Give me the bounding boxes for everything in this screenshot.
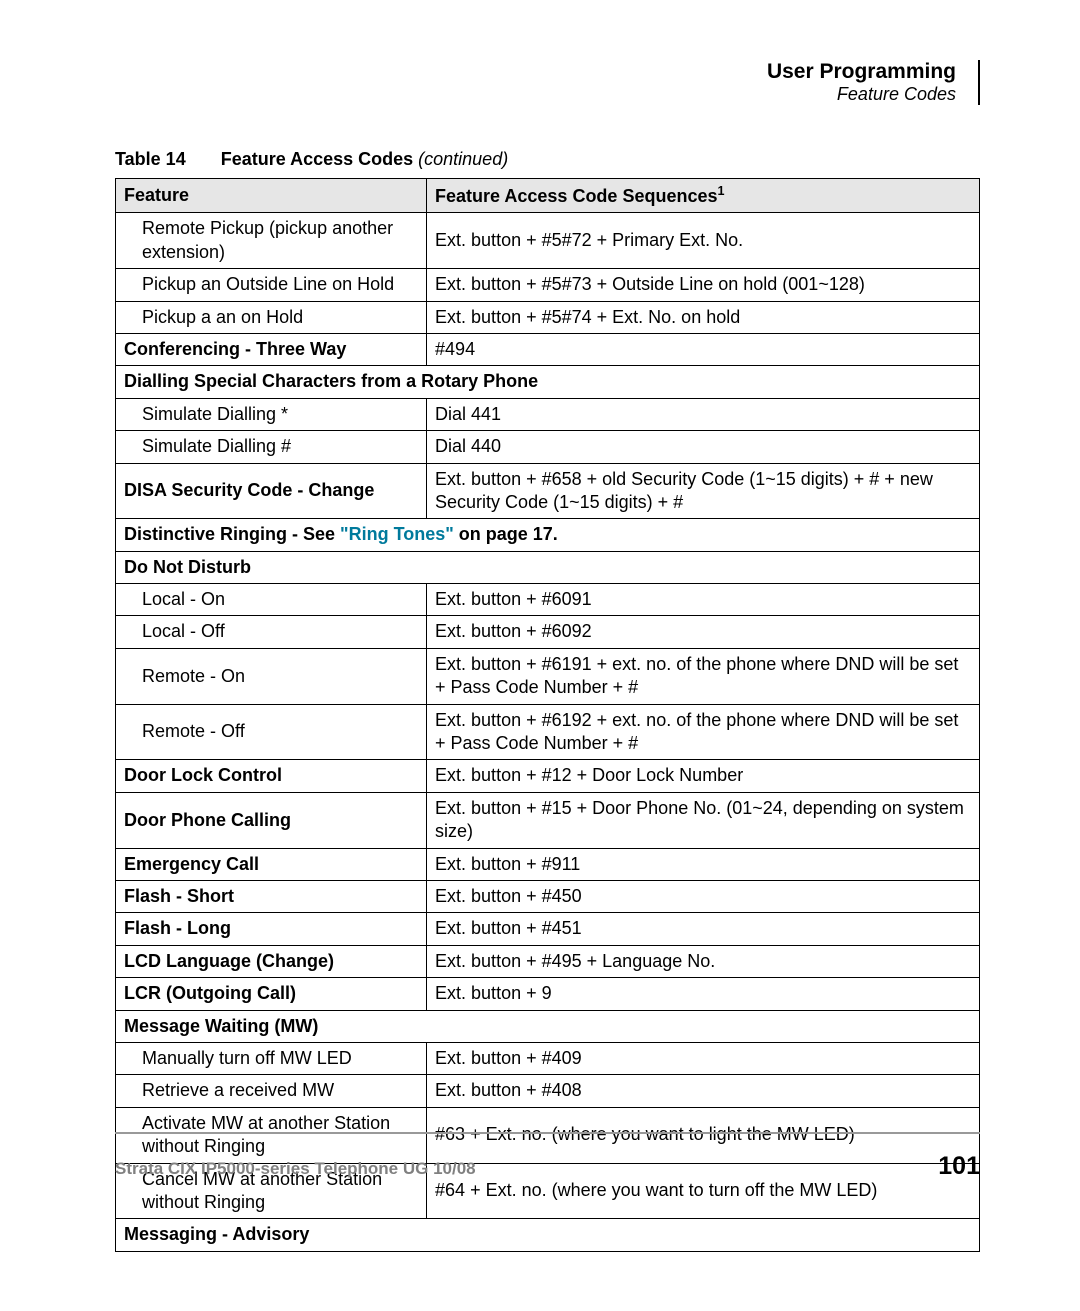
cell-sequence: Ext. button + #6092 bbox=[427, 616, 980, 648]
cell-span-heading: Dialling Special Characters from a Rotar… bbox=[116, 366, 980, 398]
cell-sequence: Ext. button + #495 + Language No. bbox=[427, 945, 980, 977]
cell-feature: Remote Pickup (pickup another extension) bbox=[116, 213, 427, 269]
cell-feature: Retrieve a received MW bbox=[116, 1075, 427, 1107]
feature-codes-table: Feature Feature Access Code Sequences1 R… bbox=[115, 178, 980, 1252]
cell-sequence: Ext. button + #450 bbox=[427, 880, 980, 912]
table-row: Conferencing - Three Way#494 bbox=[116, 333, 980, 365]
cell-feature: Local - Off bbox=[116, 616, 427, 648]
cell-sequence: Ext. button + #5#72 + Primary Ext. No. bbox=[427, 213, 980, 269]
cell-sequence: Ext. button + #451 bbox=[427, 913, 980, 945]
th-feature: Feature bbox=[116, 179, 427, 213]
cell-feature: Manually turn off MW LED bbox=[116, 1042, 427, 1074]
page-footer: Strata CIX IP5000-series Telephone UG 10… bbox=[115, 1132, 980, 1181]
table-row: Do Not Disturb bbox=[116, 551, 980, 583]
cell-feature: Emergency Call bbox=[116, 848, 427, 880]
cell-span-heading: Messaging - Advisory bbox=[116, 1219, 980, 1251]
cell-span-heading: Do Not Disturb bbox=[116, 551, 980, 583]
cell-feature: Flash - Long bbox=[116, 913, 427, 945]
table-row: Local - OffExt. button + #6092 bbox=[116, 616, 980, 648]
distinctive-pre: Distinctive Ringing - See bbox=[124, 524, 340, 544]
cell-feature: Local - On bbox=[116, 584, 427, 616]
cell-feature: LCR (Outgoing Call) bbox=[116, 978, 427, 1010]
table-row: Simulate Dialling #Dial 440 bbox=[116, 431, 980, 463]
table-row: LCR (Outgoing Call)Ext. button + 9 bbox=[116, 978, 980, 1010]
cell-sequence: Dial 441 bbox=[427, 398, 980, 430]
table-row: Door Lock ControlExt. button + #12 + Doo… bbox=[116, 760, 980, 792]
cell-sequence: Ext. button + #12 + Door Lock Number bbox=[427, 760, 980, 792]
cell-feature: Door Lock Control bbox=[116, 760, 427, 792]
table-row: Flash - ShortExt. button + #450 bbox=[116, 880, 980, 912]
cell-sequence: Ext. button + #5#74 + Ext. No. on hold bbox=[427, 301, 980, 333]
cell-feature: Flash - Short bbox=[116, 880, 427, 912]
table-row: Remote - OnExt. button + #6191 + ext. no… bbox=[116, 648, 980, 704]
table-row: Messaging - Advisory bbox=[116, 1219, 980, 1251]
distinctive-post: on page 17. bbox=[454, 524, 558, 544]
page-number: 101 bbox=[938, 1152, 980, 1181]
cell-feature: Conferencing - Three Way bbox=[116, 333, 427, 365]
cell-feature: Door Phone Calling bbox=[116, 792, 427, 848]
cell-feature: Simulate Dialling # bbox=[116, 431, 427, 463]
table-row: Distinctive Ringing - See "Ring Tones" o… bbox=[116, 519, 980, 551]
cell-span-heading: Distinctive Ringing - See "Ring Tones" o… bbox=[116, 519, 980, 551]
table-continued: (continued) bbox=[418, 149, 508, 169]
th-seq-sup: 1 bbox=[718, 184, 725, 198]
table-row: Door Phone CallingExt. button + #15 + Do… bbox=[116, 792, 980, 848]
table-row: Manually turn off MW LEDExt. button + #4… bbox=[116, 1042, 980, 1074]
table-row: Pickup an Outside Line on HoldExt. butto… bbox=[116, 269, 980, 301]
cell-sequence: Ext. button + #409 bbox=[427, 1042, 980, 1074]
cell-span-heading: Message Waiting (MW) bbox=[116, 1010, 980, 1042]
table-row: LCD Language (Change)Ext. button + #495 … bbox=[116, 945, 980, 977]
cell-sequence: Ext. button + #15 + Door Phone No. (01~2… bbox=[427, 792, 980, 848]
table-row: Message Waiting (MW) bbox=[116, 1010, 980, 1042]
cell-feature: Remote - Off bbox=[116, 704, 427, 760]
table-title: Feature Access Codes bbox=[221, 149, 418, 169]
cell-feature: LCD Language (Change) bbox=[116, 945, 427, 977]
page-section-subtitle: Feature Codes bbox=[115, 84, 956, 105]
cell-feature: Remote - On bbox=[116, 648, 427, 704]
header-block: User Programming Feature Codes bbox=[115, 60, 980, 105]
cell-sequence: Ext. button + #408 bbox=[427, 1075, 980, 1107]
table-header-row: Feature Feature Access Code Sequences1 bbox=[116, 179, 980, 213]
ring-tones-link[interactable]: "Ring Tones" bbox=[340, 524, 454, 544]
table-row: Simulate Dialling *Dial 441 bbox=[116, 398, 980, 430]
table-row: Emergency CallExt. button + #911 bbox=[116, 848, 980, 880]
table-row: Dialling Special Characters from a Rotar… bbox=[116, 366, 980, 398]
cell-sequence: Ext. button + #6192 + ext. no. of the ph… bbox=[427, 704, 980, 760]
cell-feature: Pickup an Outside Line on Hold bbox=[116, 269, 427, 301]
table-row: Local - OnExt. button + #6091 bbox=[116, 584, 980, 616]
cell-feature: Simulate Dialling * bbox=[116, 398, 427, 430]
cell-sequence: Ext. button + #6191 + ext. no. of the ph… bbox=[427, 648, 980, 704]
table-row: Remote - OffExt. button + #6192 + ext. n… bbox=[116, 704, 980, 760]
table-row: Retrieve a received MWExt. button + #408 bbox=[116, 1075, 980, 1107]
table-number: Table 14 bbox=[115, 149, 186, 169]
cell-feature: DISA Security Code - Change bbox=[116, 463, 427, 519]
page-section-title: User Programming bbox=[115, 60, 956, 84]
cell-sequence: Ext. button + 9 bbox=[427, 978, 980, 1010]
cell-sequence: Ext. button + #6091 bbox=[427, 584, 980, 616]
table-row: Remote Pickup (pickup another extension)… bbox=[116, 213, 980, 269]
table-row: Flash - LongExt. button + #451 bbox=[116, 913, 980, 945]
th-seq-text: Feature Access Code Sequences bbox=[435, 186, 717, 206]
cell-sequence: Ext. button + #5#73 + Outside Line on ho… bbox=[427, 269, 980, 301]
th-sequences: Feature Access Code Sequences1 bbox=[427, 179, 980, 213]
cell-sequence: Dial 440 bbox=[427, 431, 980, 463]
cell-sequence: Ext. button + #911 bbox=[427, 848, 980, 880]
table-row: DISA Security Code - ChangeExt. button +… bbox=[116, 463, 980, 519]
cell-sequence: Ext. button + #658 + old Security Code (… bbox=[427, 463, 980, 519]
table-row: Pickup a an on HoldExt. button + #5#74 +… bbox=[116, 301, 980, 333]
table-caption: Table 14 Feature Access Codes (continued… bbox=[115, 149, 980, 170]
cell-sequence: #494 bbox=[427, 333, 980, 365]
cell-feature: Pickup a an on Hold bbox=[116, 301, 427, 333]
footer-left-text: Strata CIX IP5000-series Telephone UG 10… bbox=[115, 1159, 476, 1179]
